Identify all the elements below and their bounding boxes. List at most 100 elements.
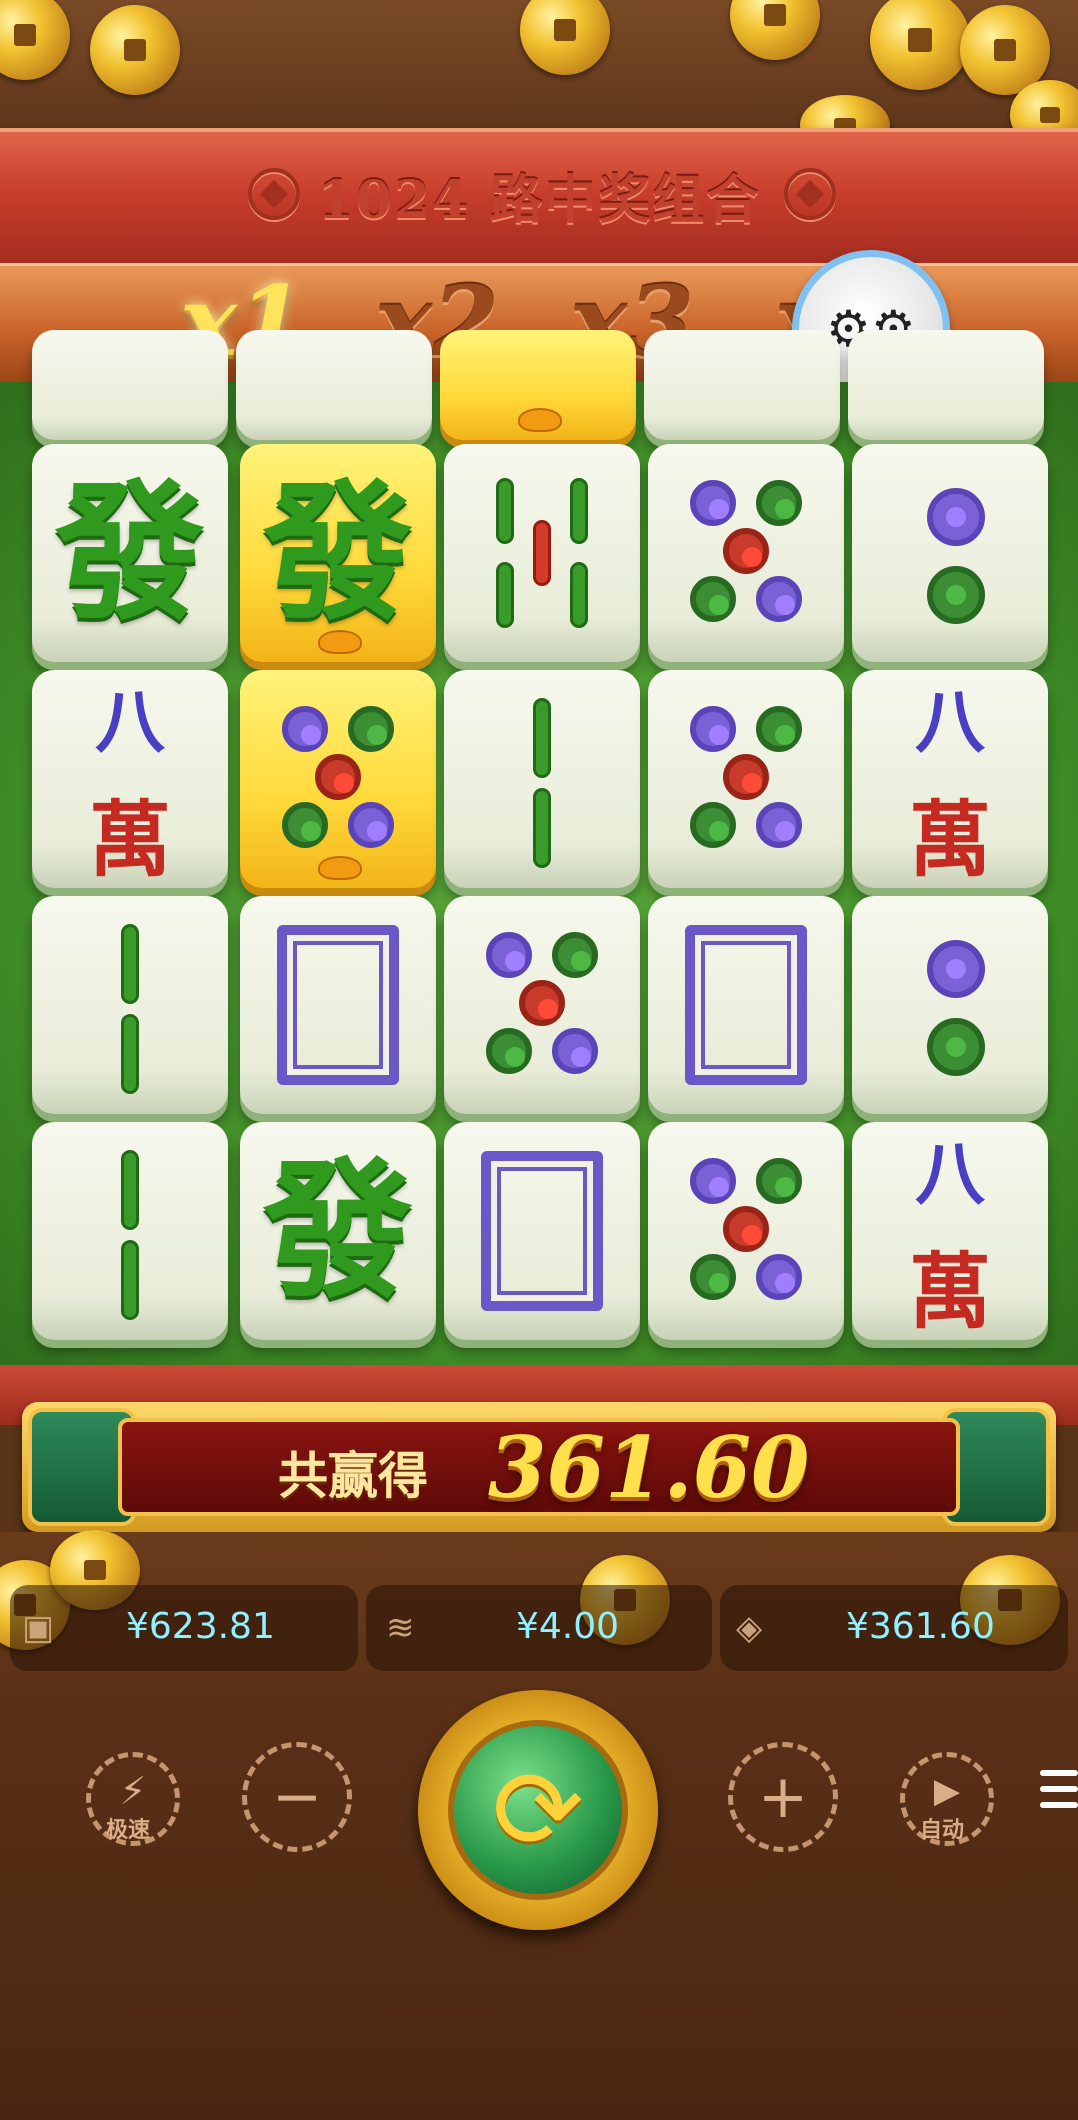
circle-dot	[756, 576, 802, 622]
tile-bamboo-two	[32, 896, 228, 1114]
bamboo-stick	[533, 788, 551, 868]
plus-icon: +	[757, 1762, 809, 1832]
tile-white-dragon	[444, 1122, 640, 1340]
bamboo-stick	[533, 698, 551, 778]
tile-partial	[644, 330, 840, 440]
circle-dot	[282, 802, 328, 848]
tile-eight-wan: 八萬	[32, 670, 228, 888]
circle-dot	[486, 932, 532, 978]
autoplay-label: 自动	[920, 1818, 965, 1843]
tile-circle-five	[648, 444, 844, 662]
wan-glyph: 萬	[88, 792, 171, 888]
tile-circle-five	[444, 896, 640, 1114]
tile-circle-two	[852, 896, 1048, 1114]
tile-eight-wan: 八萬	[852, 670, 1048, 888]
bamboo-stick	[121, 1014, 139, 1094]
total-win-amount: 361.60	[488, 1418, 810, 1517]
circle-dot	[690, 576, 736, 622]
turbo-label: 极速	[106, 1818, 151, 1843]
circle-dot	[756, 480, 802, 526]
bamboo-stick	[496, 478, 514, 544]
spin-arrows-icon[interactable]: ⟳	[448, 1720, 628, 1900]
total-win-label: 共赢得	[278, 1446, 428, 1505]
circle-dot	[756, 706, 802, 752]
circle-dot	[927, 566, 985, 624]
tile-fa: 發	[32, 444, 228, 662]
circle-dot	[690, 1254, 736, 1300]
circle-dot	[690, 480, 736, 526]
tile-partial	[236, 330, 432, 440]
circle-dot	[690, 706, 736, 752]
tile-circle-five	[648, 670, 844, 888]
circle-dot	[723, 754, 769, 800]
circle-dot	[552, 1028, 598, 1074]
play-icon: ▶	[933, 1771, 961, 1811]
tile-partial	[32, 330, 228, 440]
circle-dot	[723, 528, 769, 574]
increase-bet-button[interactable]: +	[728, 1742, 838, 1852]
bamboo-stick	[121, 1240, 139, 1320]
menu-line	[1040, 1786, 1078, 1792]
tile-eight-wan: 八萬	[852, 1122, 1048, 1340]
minus-icon: −	[271, 1762, 323, 1832]
wan-glyph: 萬	[908, 792, 991, 888]
bet-value: ¥4.00	[516, 1606, 620, 1647]
circle-dot	[756, 802, 802, 848]
wallet-icon: ▣	[22, 1608, 55, 1648]
circle-dot	[348, 802, 394, 848]
circle-dot	[756, 1254, 802, 1300]
tile-fa-glyph: 發	[262, 1143, 413, 1319]
bamboo-stick	[570, 562, 588, 628]
tile-fa: 發	[240, 1122, 436, 1340]
menu-line	[1040, 1802, 1078, 1808]
eight-glyph: 八	[914, 1132, 985, 1215]
tile-white-dragon	[648, 896, 844, 1114]
gold-coin	[90, 5, 180, 95]
tile-fa-glyph: 發	[54, 465, 205, 641]
circle-dot	[348, 706, 394, 752]
circle-dot	[756, 1158, 802, 1204]
balance-value: ¥623.81	[126, 1606, 275, 1647]
circle-dot	[690, 1158, 736, 1204]
wan-glyph: 萬	[908, 1244, 991, 1340]
circle-dot	[927, 488, 985, 546]
white-dragon-frame	[685, 925, 807, 1085]
bamboo-stick	[533, 520, 551, 586]
circle-dot	[552, 932, 598, 978]
tile-circle-two	[852, 444, 1048, 662]
coin-stack-icon: ≋	[386, 1608, 415, 1648]
tile-partial	[848, 330, 1044, 440]
circle-dot	[519, 980, 565, 1026]
decrease-bet-button[interactable]: −	[242, 1742, 352, 1852]
circle-dot	[723, 1206, 769, 1252]
tile-partial-gold	[440, 330, 636, 440]
white-dragon-frame	[481, 1151, 603, 1311]
tile-bamboo-two	[444, 670, 640, 888]
bamboo-stick	[570, 478, 588, 544]
circle-dot	[927, 940, 985, 998]
bamboo-stick	[121, 1150, 139, 1230]
tile-circle-five	[648, 1122, 844, 1340]
win-value: ¥361.60	[846, 1606, 995, 1647]
lightning-icon: ⚡	[119, 1769, 147, 1813]
white-dragon-frame	[277, 925, 399, 1085]
circle-dot	[690, 802, 736, 848]
tile-bamboo-two	[32, 1122, 228, 1340]
circle-dot	[486, 1028, 532, 1074]
ways-banner-text: 1024 路中奖组合	[317, 170, 761, 231]
bamboo-stick	[496, 562, 514, 628]
bamboo-stick	[121, 924, 139, 1004]
tile-white-dragon	[240, 896, 436, 1114]
menu-line	[1040, 1770, 1078, 1776]
tile-fa-glyph: 發	[262, 465, 413, 641]
tile-fa-gold: 發	[240, 444, 436, 662]
eight-glyph: 八	[914, 680, 985, 763]
circle-dot	[315, 754, 361, 800]
prize-icon: ◈	[736, 1608, 763, 1648]
circle-dot	[927, 1018, 985, 1076]
tile-circle-five-gold	[240, 670, 436, 888]
tile-bamboo-five	[444, 444, 640, 662]
eight-glyph: 八	[94, 680, 165, 763]
circle-dot	[282, 706, 328, 752]
menu-button[interactable]	[1040, 1770, 1078, 1818]
